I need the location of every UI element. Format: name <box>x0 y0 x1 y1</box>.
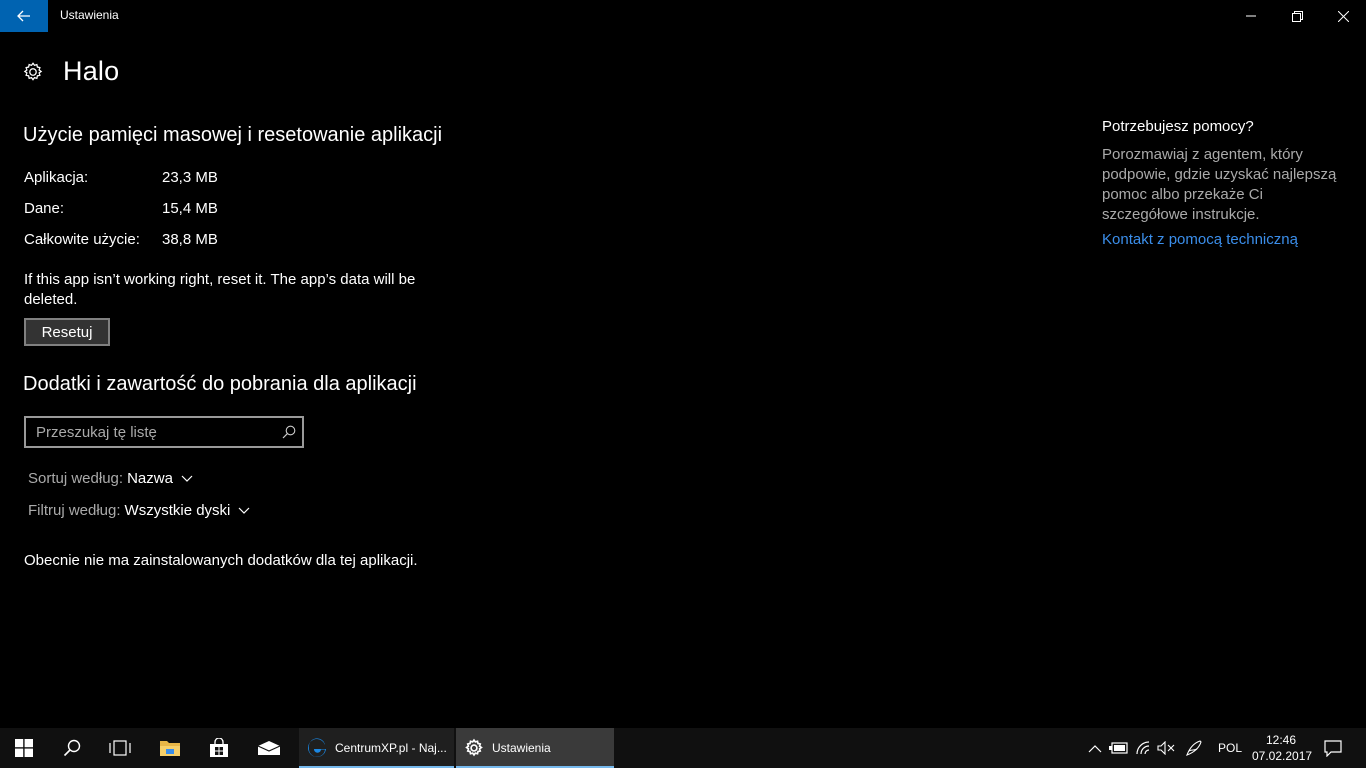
mail-icon <box>257 741 281 755</box>
gear-icon <box>23 61 43 81</box>
storage-row-value: 15,4 MB <box>162 200 218 217</box>
start-button[interactable] <box>0 728 48 768</box>
search-icon[interactable] <box>276 418 302 446</box>
taskbar: CentrumXP.pl - Naj... Ustawienia POL 12:… <box>0 728 1366 768</box>
minimize-icon <box>1246 15 1256 17</box>
back-arrow-icon <box>17 10 30 22</box>
store-button[interactable] <box>195 728 243 768</box>
input-language[interactable]: POL <box>1218 741 1242 755</box>
taskbar-app-settings[interactable]: Ustawienia <box>456 728 614 768</box>
reset-button[interactable]: Resetuj <box>24 318 110 346</box>
taskbar-app-label: CentrumXP.pl - Naj... <box>335 741 447 755</box>
storage-row-app: Aplikacja: 23,3 MB <box>24 169 218 186</box>
restore-icon <box>1291 10 1303 22</box>
storage-row-value: 23,3 MB <box>162 169 218 186</box>
windows-logo-icon <box>15 739 33 757</box>
store-bag-icon <box>210 738 228 757</box>
storage-row-label: Dane: <box>24 200 65 217</box>
search-box <box>24 416 304 448</box>
window-title: Ustawienia <box>60 8 119 22</box>
close-button[interactable] <box>1320 0 1366 32</box>
storage-row-total: Całkowite użycie: 38,8 MB <box>24 231 218 248</box>
support-link[interactable]: Kontakt z pomocą techniczną <box>1102 231 1298 248</box>
title-bar: Ustawienia <box>0 0 1366 32</box>
chevron-down-icon[interactable] <box>238 507 250 515</box>
edge-icon <box>307 738 327 758</box>
network-icon[interactable] <box>1134 738 1154 758</box>
empty-addons-message: Obecnie nie ma zainstalowanych dodatków … <box>24 552 418 569</box>
clock-date: 07.02.2017 <box>1252 749 1313 763</box>
restore-button[interactable] <box>1274 0 1320 32</box>
help-title: Potrzebujesz pomocy? <box>1102 118 1254 135</box>
chevron-up-icon[interactable] <box>1085 738 1105 758</box>
search-icon <box>63 739 81 757</box>
search-button[interactable] <box>48 728 96 768</box>
addons-section-title: Dodatki i zawartość do pobrania dla apli… <box>23 373 417 395</box>
storage-row-label: Całkowite użycie: <box>24 231 140 248</box>
storage-section-title: Użycie pamięci masowej i resetowanie apl… <box>23 124 443 146</box>
help-text: Porozmawiaj z agentem, który podpowie, g… <box>1102 146 1337 223</box>
task-view-icon <box>109 740 131 756</box>
back-button[interactable] <box>0 0 48 32</box>
reset-note: If this app isn’t working right, reset i… <box>24 271 416 308</box>
file-explorer-button[interactable] <box>146 728 194 768</box>
search-input[interactable] <box>26 422 276 442</box>
page-title: Halo <box>63 56 120 86</box>
taskbar-app-label: Ustawienia <box>492 741 551 755</box>
battery-icon[interactable] <box>1109 738 1129 758</box>
storage-row-data: Dane: 15,4 MB <box>24 200 218 217</box>
mail-button[interactable] <box>245 728 293 768</box>
sort-value[interactable]: Nazwa <box>127 470 173 487</box>
filter-value[interactable]: Wszystkie dyski <box>125 502 231 519</box>
pen-workspace-icon[interactable] <box>1184 738 1204 758</box>
task-view-button[interactable] <box>96 728 144 768</box>
minimize-button[interactable] <box>1228 0 1274 32</box>
page-header: Halo <box>22 56 119 87</box>
filter-dropdown[interactable]: Filtruj według: Wszystkie dyski <box>28 502 250 519</box>
clock-time: 12:46 <box>1265 733 1297 747</box>
taskbar-app-edge[interactable]: CentrumXP.pl - Naj... <box>299 728 454 768</box>
chevron-down-icon[interactable] <box>181 475 193 483</box>
close-icon <box>1337 10 1349 22</box>
clock[interactable]: 12:46 07.02.2017 <box>1252 732 1313 764</box>
storage-row-label: Aplikacja: <box>24 169 89 186</box>
filter-label: Filtruj według: <box>28 502 121 519</box>
sort-dropdown[interactable]: Sortuj według: Nazwa <box>28 470 193 487</box>
storage-row-value: 38,8 MB <box>162 231 218 248</box>
action-center-icon[interactable] <box>1323 738 1343 758</box>
gear-icon <box>464 738 484 758</box>
folder-icon <box>160 741 180 756</box>
sort-label: Sortuj według: <box>28 470 124 487</box>
speaker-muted-icon[interactable] <box>1156 738 1176 758</box>
